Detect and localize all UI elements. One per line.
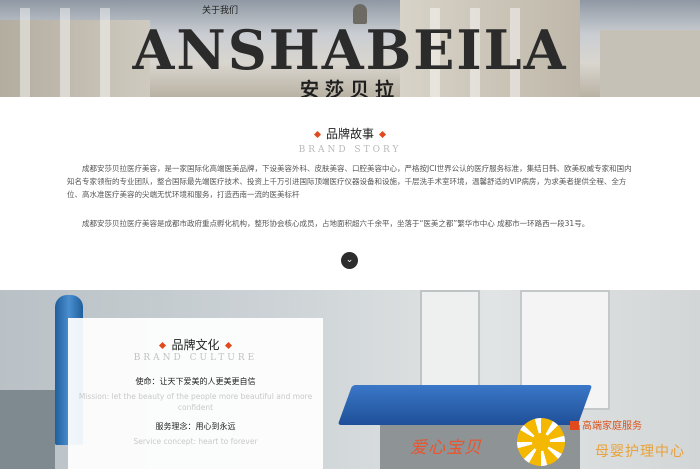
diamond-icon <box>224 341 232 350</box>
mission-text-en: Mission: let the beauty of the people mo… <box>78 392 313 412</box>
chevron-down-icon: ⌄ <box>345 255 354 265</box>
story-paragraph: 成都安莎贝拉医疗美容是成都市政府重点孵化机构，整形协会核心成员，占地面积超六千余… <box>82 219 590 228</box>
story-paragraph: 成都安莎贝拉医疗美容，是一家国际化高端医美品牌，下设美容外科、皮肤美容、口腔美容… <box>67 164 632 199</box>
brand-story-heading: 品牌故事 <box>0 125 700 142</box>
watermark-center: 母婴护理中心 <box>595 444 685 460</box>
sun-logo-icon <box>517 418 565 466</box>
about-us-link[interactable]: 关于我们 <box>202 3 238 16</box>
diamond-icon <box>313 130 322 139</box>
watermark-logo: 爱心宝贝 高端家庭服务 母婴护理中心 <box>410 403 700 469</box>
brand-culture-title: 品牌文化 <box>171 338 220 352</box>
service-concept-text: 服务理念：用心到永远 <box>155 422 236 431</box>
brand-culture-heading: 品牌文化 <box>68 336 323 353</box>
brand-story-subtitle: BRAND STORY <box>298 145 402 155</box>
diamond-icon <box>378 130 387 139</box>
medical-cart <box>0 390 55 469</box>
hero-banner: 关于我们 ANSHABEILA 安莎贝拉 <box>0 0 700 97</box>
watermark-name: 爱心宝贝 <box>410 438 482 458</box>
service-concept-text-en: Service concept: heart to forever <box>133 437 258 446</box>
watermark-tag-text: 高端家庭服务 <box>582 421 642 432</box>
scroll-down-button[interactable]: ⌄ <box>341 252 358 269</box>
mission-text: 使命：让天下爱美的人更美更自信 <box>135 377 256 386</box>
window <box>420 290 480 400</box>
brand-wordmark: ANSHABEILA <box>132 18 568 82</box>
brand-name-cn: 安莎贝拉 <box>299 79 400 97</box>
watermark-tag: 高端家庭服务 <box>570 417 642 432</box>
brand-culture-card: 品牌文化 BRAND CULTURE 使命：让天下爱美的人更美更自信 Missi… <box>68 318 323 469</box>
brand-culture-subtitle: BRAND CULTURE <box>133 353 258 363</box>
brand-story-title: 品牌故事 <box>325 127 374 141</box>
diamond-icon <box>159 341 167 350</box>
brand-story-section: 品牌故事 BRAND STORY 成都安莎贝拉医疗美容，是一家国际化高端医美品牌… <box>0 97 700 290</box>
